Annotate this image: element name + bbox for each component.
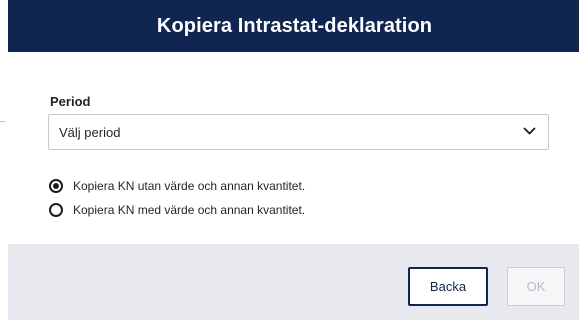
dialog-footer: Backa OK — [8, 244, 579, 320]
copy-option-label: Kopiera KN utan värde och annan kvantite… — [73, 179, 306, 193]
copy-option-with-value[interactable]: Kopiera KN med värde och annan kvantitet… — [49, 200, 305, 220]
period-select[interactable]: Välj period — [48, 114, 549, 150]
copy-option-label: Kopiera KN med värde och annan kvantitet… — [73, 203, 306, 217]
dialog-body: Period Välj period Kopiera KN utan värde… — [8, 52, 579, 244]
background-right-edge — [579, 0, 587, 320]
copy-intrastat-dialog: Kopiera Intrastat-deklaration Period Väl… — [8, 0, 579, 320]
page: Kopiera Intrastat-deklaration Period Väl… — [0, 0, 587, 320]
dialog-title: Kopiera Intrastat-deklaration — [156, 14, 433, 37]
ok-button[interactable]: OK — [507, 267, 565, 306]
back-button[interactable]: Backa — [408, 267, 488, 306]
radio-unchecked-icon[interactable] — [49, 203, 63, 217]
period-label: Period — [50, 94, 91, 109]
chevron-down-icon — [523, 127, 536, 135]
copy-option-without-value[interactable]: Kopiera KN utan värde och annan kvantite… — [49, 176, 305, 196]
dialog-header: Kopiera Intrastat-deklaration — [8, 0, 579, 52]
period-select-value: Välj period — [59, 125, 121, 140]
copy-option-radio-group: Kopiera KN utan värde och annan kvantite… — [49, 176, 449, 224]
background-left-edge — [0, 0, 8, 320]
background-divider — [0, 121, 5, 122]
radio-checked-icon[interactable] — [49, 179, 63, 193]
